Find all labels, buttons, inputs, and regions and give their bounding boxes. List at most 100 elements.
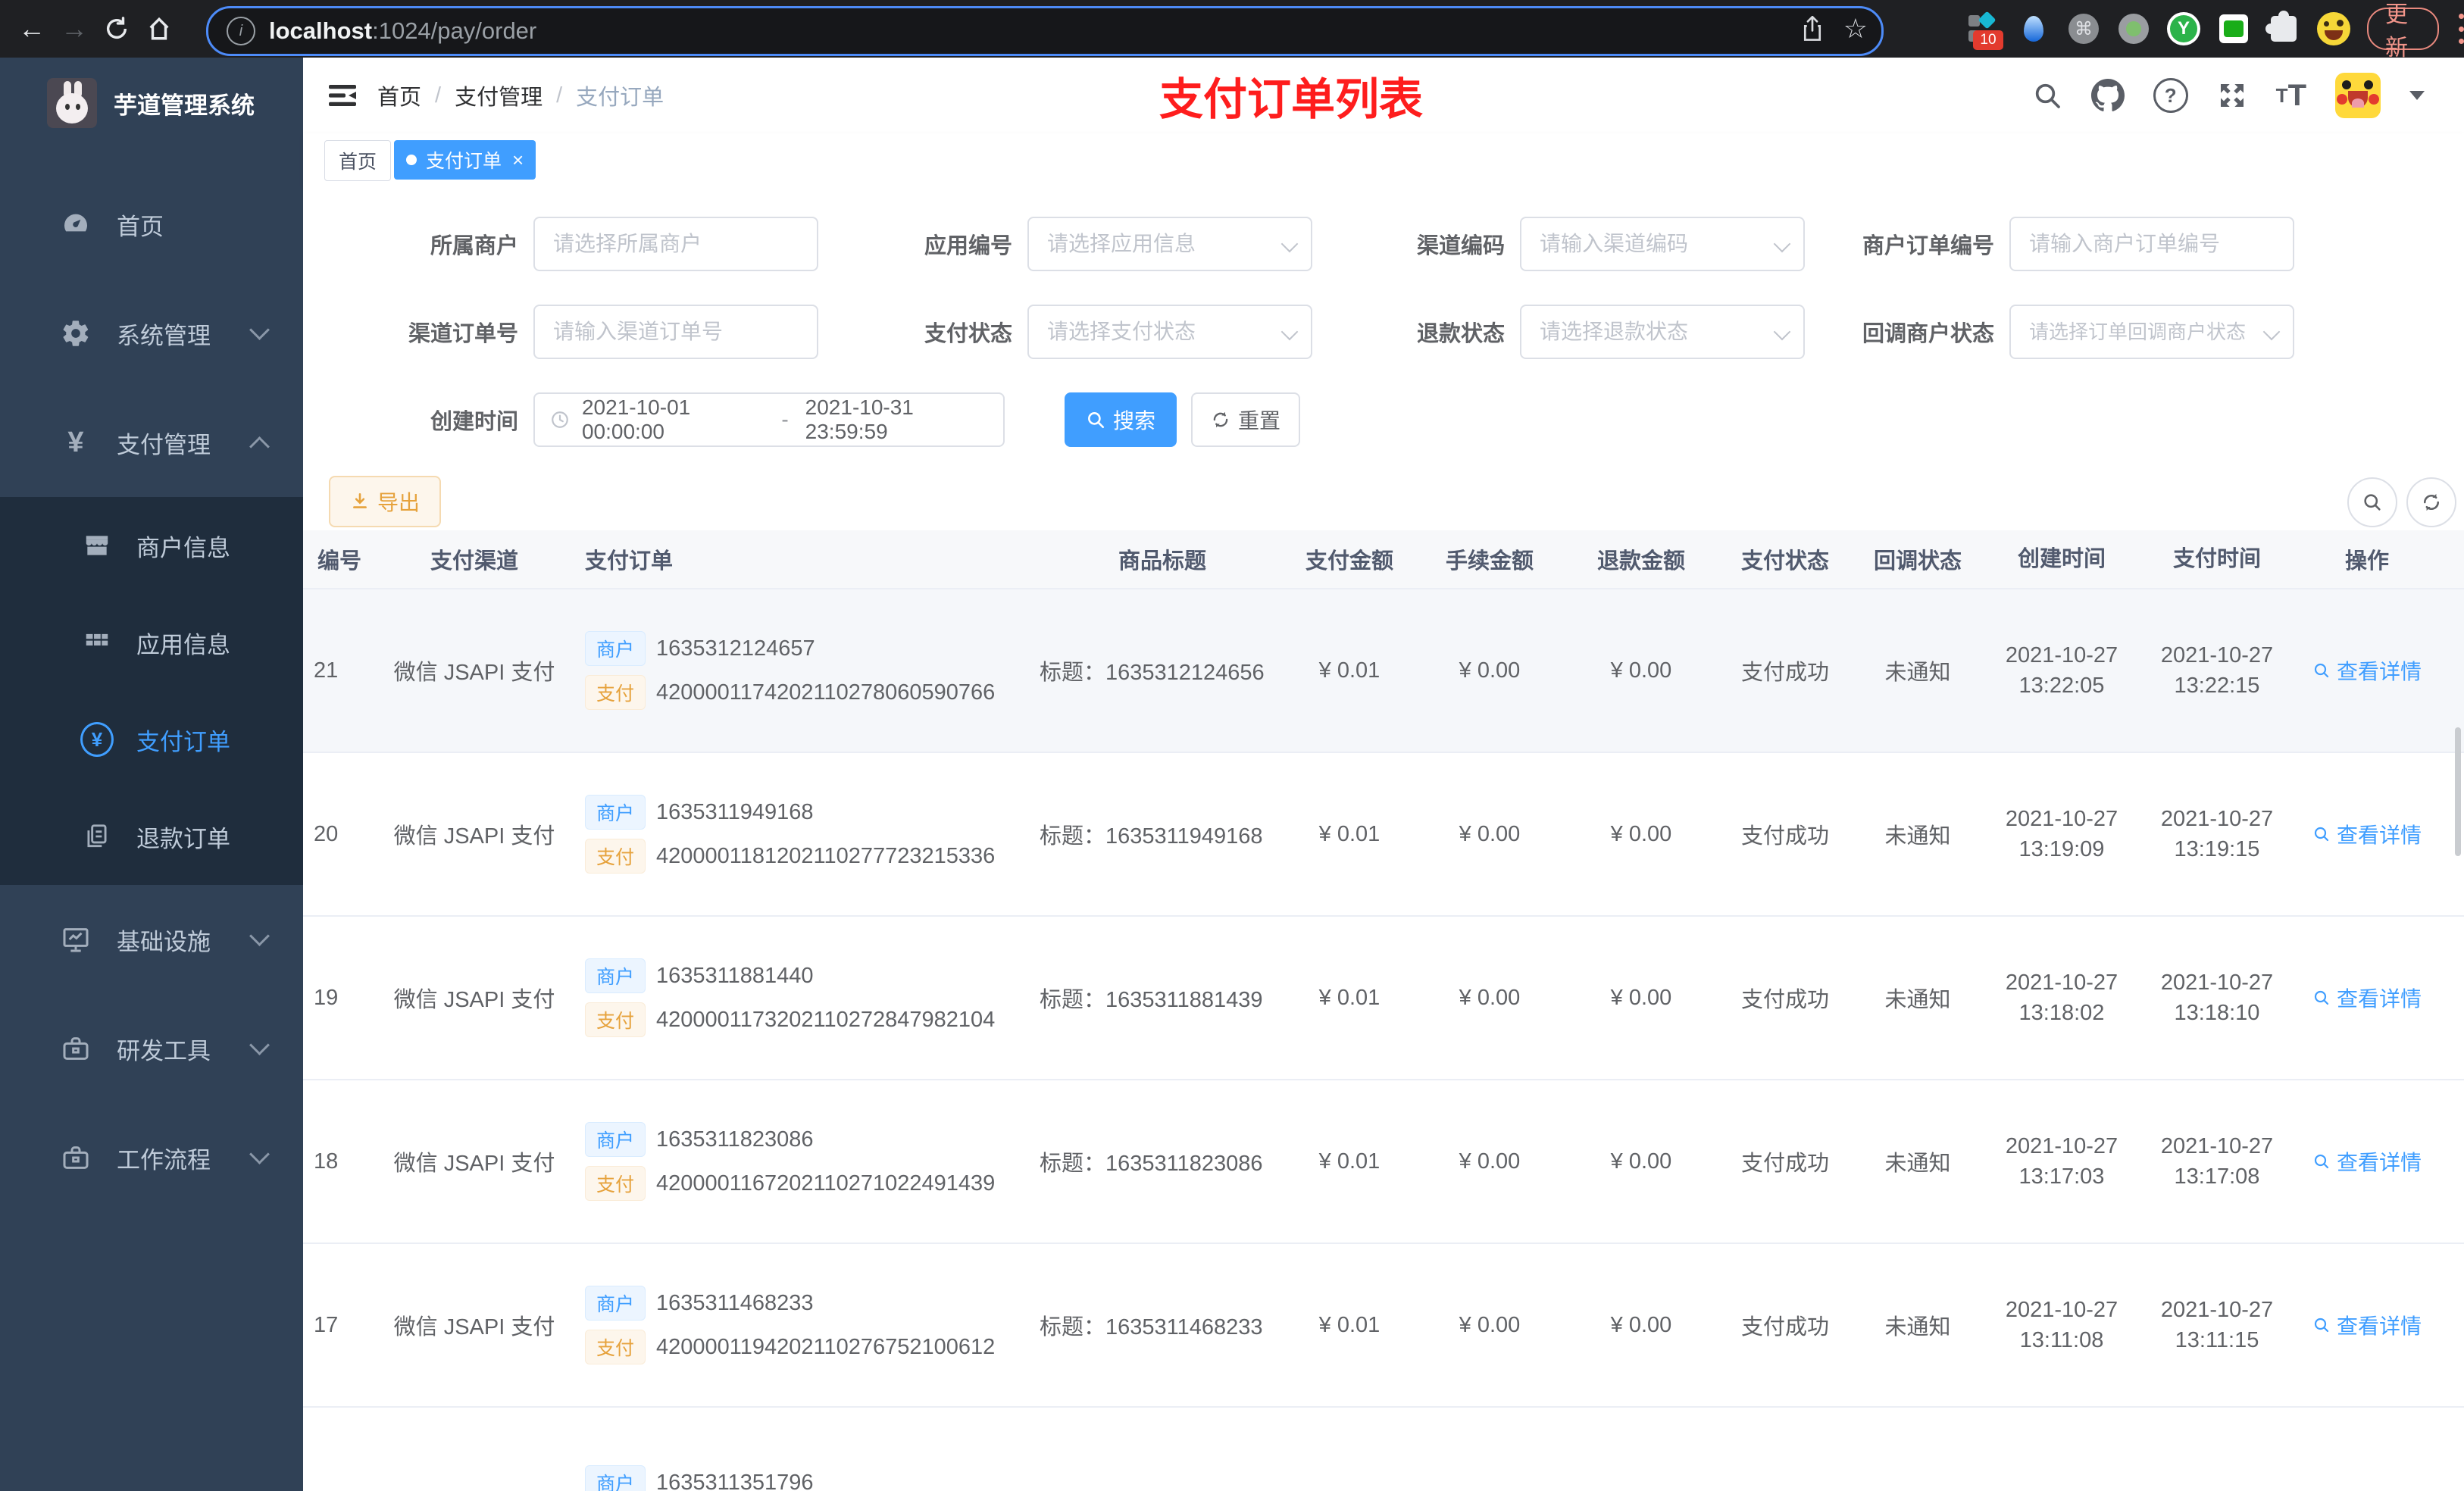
browser-forward-icon[interactable]: → xyxy=(53,8,95,50)
url-bar[interactable]: i localhost:1024/pay/order ☆ xyxy=(206,6,1884,56)
browser-home-icon[interactable] xyxy=(138,8,180,50)
merchant-select[interactable] xyxy=(533,217,818,271)
filter-label: 退款状态 xyxy=(1416,322,1505,346)
extensions-puzzle-icon[interactable] xyxy=(2265,11,2300,45)
sidebar-item-pay[interactable]: ¥ 支付管理 xyxy=(0,388,303,497)
table-row[interactable]: 17 微信 JSAPI 支付 商户 1635311468233 支付 4200001… xyxy=(303,1244,2464,1408)
page-title: 支付订单列表 xyxy=(1159,75,1424,124)
tab-pay-order-active[interactable]: 支付订单 × xyxy=(394,140,536,180)
browser-update-button[interactable]: 更新 xyxy=(2367,2,2439,61)
sidebar-item-label: 商户信息 xyxy=(136,534,230,561)
extension-record-icon[interactable] xyxy=(2117,12,2150,45)
app-logo-row[interactable]: 芋道管理系统 xyxy=(0,58,303,148)
merchant-no-tag: 商户 xyxy=(585,1122,646,1157)
browser-menu-icon[interactable] xyxy=(2459,14,2464,44)
sidebar-item-refund-order[interactable]: 退款订单 xyxy=(0,788,303,885)
sidebar-item-infra[interactable]: 基础设施 xyxy=(0,885,303,994)
search-icon[interactable] xyxy=(2032,80,2062,111)
filter-merchant-order-no: 商户订单编号 xyxy=(1765,217,2294,271)
pay-status-select[interactable] xyxy=(1027,305,1312,359)
refresh-table-button[interactable] xyxy=(2406,477,2456,527)
table-row[interactable]: 20 微信 JSAPI 支付 商户 1635311949168 支付 4200001… xyxy=(303,753,2464,917)
extension-y-icon[interactable]: Y xyxy=(2167,12,2200,45)
avatar-caret-icon[interactable] xyxy=(2409,91,2425,100)
sidebar-item-workflow[interactable]: 工作流程 xyxy=(0,1103,303,1212)
filter-label: 渠道订单号 xyxy=(408,322,518,346)
app-no-select[interactable] xyxy=(1027,217,1312,271)
font-size-icon[interactable]: TT xyxy=(2276,80,2306,111)
yen-icon: ¥ xyxy=(67,427,84,458)
profile-emoji-icon[interactable] xyxy=(2317,12,2350,45)
sidebar-item-pay-order[interactable]: ¥ 支付订单 xyxy=(0,691,303,788)
date-range-picker[interactable]: 2021-10-01 00:00:00 - 2021-10-31 23:59:5… xyxy=(533,392,1005,447)
sidebar-item-merchant-info[interactable]: 商户信息 xyxy=(0,497,303,594)
view-detail-link[interactable]: 查看详情 xyxy=(2312,655,2422,686)
refund-status-select[interactable] xyxy=(1520,305,1805,359)
toggle-search-button[interactable] xyxy=(2347,477,2397,527)
extension-drop-icon[interactable] xyxy=(2017,12,2050,45)
filter-merchant: 所属商户 xyxy=(318,217,818,271)
table-row[interactable]: 19 微信 JSAPI 支付 商户 1635311881440 支付 4200001… xyxy=(303,917,2464,1080)
reset-button[interactable]: 重置 xyxy=(1191,392,1301,447)
filter-label: 回调商户状态 xyxy=(1862,322,1994,346)
extensions-area: 10 ⌘ Y 更新 xyxy=(1967,0,2464,61)
channel-code-select[interactable] xyxy=(1520,217,1805,271)
extension-badge: 10 xyxy=(1973,30,2003,50)
view-detail-link[interactable]: 查看详情 xyxy=(2312,819,2422,849)
chevron-up-icon xyxy=(249,436,270,457)
export-button[interactable]: 导出 xyxy=(329,476,442,527)
bookmark-star-icon[interactable]: ☆ xyxy=(1843,13,1868,45)
breadcrumb-home[interactable]: 首页 xyxy=(377,80,421,111)
github-icon[interactable] xyxy=(2090,79,2125,112)
merchant-order-no-input[interactable] xyxy=(2009,217,2294,271)
chevron-down-icon xyxy=(249,1144,270,1164)
site-info-icon[interactable]: i xyxy=(227,17,255,45)
sidebar-item-label: 首页 xyxy=(117,213,164,240)
merchant-no-tag: 商户 xyxy=(585,1286,646,1321)
channel-order-no-input[interactable] xyxy=(533,305,818,359)
merchant-no: 1635312124657 xyxy=(656,636,815,661)
filter-app-no: 应用编号 xyxy=(822,217,1312,271)
date-separator: - xyxy=(781,408,789,431)
avatar[interactable] xyxy=(2335,73,2381,118)
tab-home[interactable]: 首页 xyxy=(324,140,392,181)
extension-command-icon[interactable]: ⌘ xyxy=(2067,12,2100,45)
filter-label: 支付状态 xyxy=(924,322,1012,346)
fullscreen-icon[interactable] xyxy=(2217,80,2247,111)
filter-label: 创建时间 xyxy=(430,410,518,434)
table-row[interactable]: 21 微信 JSAPI 支付 商户 1635312124657 支付 4200001… xyxy=(303,589,2464,753)
toolbox-icon xyxy=(59,1142,92,1173)
date-start: 2021-10-01 00:00:00 xyxy=(581,395,691,443)
search-icon xyxy=(2314,663,2329,678)
search-button[interactable]: 搜索 xyxy=(1065,392,1177,447)
url-text[interactable]: localhost:1024/pay/order xyxy=(269,17,536,45)
filter-label: 应用编号 xyxy=(924,234,1012,258)
sidebar-item-label: 系统管理 xyxy=(117,322,211,349)
extension-chat-icon[interactable] xyxy=(2217,12,2250,45)
app-logo xyxy=(47,78,97,128)
sidebar-item-app-info[interactable]: 应用信息 xyxy=(0,594,303,691)
search-icon xyxy=(2314,990,2329,1005)
date-end: 2021-10-31 23:59:59 xyxy=(805,395,914,443)
page-scrollbar[interactable] xyxy=(2455,727,2461,856)
view-detail-link[interactable]: 查看详情 xyxy=(2312,983,2422,1013)
share-icon[interactable] xyxy=(1801,16,1824,42)
table-row-partial[interactable]: 商户 1635311351796 xyxy=(303,1408,2464,1491)
sidebar-item-home[interactable]: 首页 xyxy=(0,170,303,279)
help-icon[interactable]: ? xyxy=(2153,78,2188,113)
table-row[interactable]: 18 微信 JSAPI 支付 商户 1635311823086 支付 4200001… xyxy=(303,1080,2464,1244)
view-detail-link[interactable]: 查看详情 xyxy=(2312,1310,2422,1340)
filter-label: 所属商户 xyxy=(430,234,518,258)
sidebar-item-label: 支付管理 xyxy=(117,431,211,458)
close-icon[interactable]: × xyxy=(512,148,524,172)
extension-grid-icon[interactable]: 10 xyxy=(1967,11,2003,50)
sidebar-collapse-icon[interactable] xyxy=(324,77,361,114)
browser-reload-icon[interactable] xyxy=(95,8,138,50)
breadcrumb-pay[interactable]: 支付管理 xyxy=(455,80,543,111)
browser-back-icon[interactable]: ← xyxy=(11,8,53,50)
sidebar-item-devtools[interactable]: 研发工具 xyxy=(0,994,303,1103)
refresh-icon xyxy=(1213,411,1228,428)
view-detail-link[interactable]: 查看详情 xyxy=(2312,1146,2422,1177)
callback-status-select[interactable] xyxy=(2009,305,2294,359)
sidebar-item-system[interactable]: 系统管理 xyxy=(0,279,303,388)
